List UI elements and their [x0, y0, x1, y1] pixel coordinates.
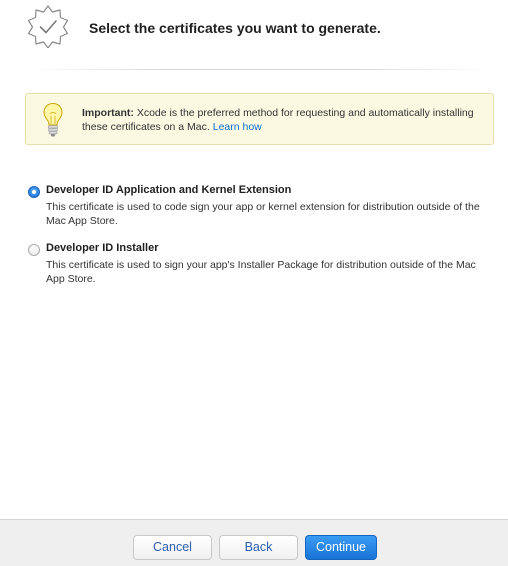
certificate-wizard-page: Select the certificates you want to gene…: [0, 0, 508, 566]
learn-how-link[interactable]: Learn how: [213, 121, 262, 133]
page-title: Select the certificates you want to gene…: [89, 20, 381, 36]
radio-developer-id-application[interactable]: [28, 186, 40, 198]
radio-developer-id-installer[interactable]: [28, 244, 40, 256]
title-divider: [26, 69, 494, 70]
notice-message: Xcode is the preferred method for reques…: [82, 107, 474, 133]
option-title: Developer ID Installer: [46, 242, 159, 254]
back-button[interactable]: Back: [219, 535, 298, 560]
cancel-button[interactable]: Cancel: [133, 535, 212, 560]
certificate-badge-icon: [27, 5, 69, 48]
footer-bar: Cancel Back Continue: [0, 519, 508, 566]
notice-important-label: Important:: [82, 107, 134, 119]
option-title: Developer ID Application and Kernel Exte…: [46, 184, 292, 196]
option-description: This certificate is used to sign your ap…: [46, 259, 476, 285]
important-notice: Important: Xcode is the preferred method…: [25, 93, 494, 145]
notice-text: Important: Xcode is the preferred method…: [82, 106, 482, 134]
option-description: This certificate is used to code sign yo…: [46, 201, 480, 227]
lightbulb-icon: [43, 102, 63, 137]
continue-button[interactable]: Continue: [305, 535, 377, 560]
